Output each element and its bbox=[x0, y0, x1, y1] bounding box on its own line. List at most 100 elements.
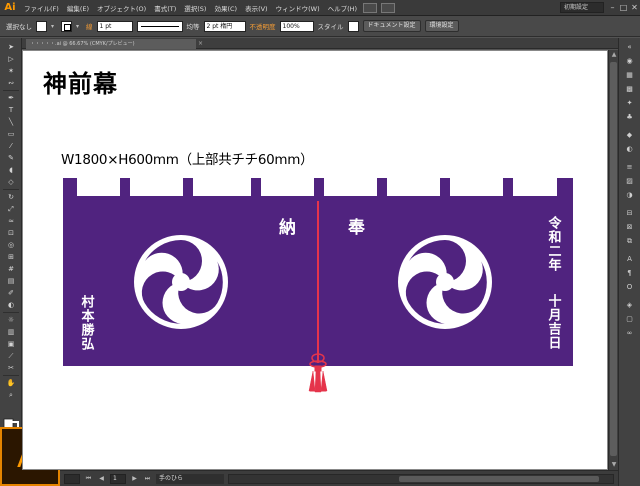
menu-view[interactable]: 表示(V) bbox=[241, 3, 272, 13]
eraser-scissors-icon[interactable]: ✂ bbox=[3, 363, 19, 373]
opacity-field[interactable]: 100% bbox=[279, 20, 314, 32]
close-button[interactable]: ✕ bbox=[629, 3, 640, 13]
layers-panel-icon[interactable]: ◈ bbox=[623, 300, 636, 310]
fill-swatch[interactable] bbox=[36, 20, 47, 32]
document-setup-button[interactable]: ドキュメント設定 bbox=[362, 20, 421, 32]
appearance-panel-icon[interactable]: ◐ bbox=[623, 144, 636, 154]
arrange-documents-icon[interactable] bbox=[381, 2, 396, 13]
paragraph-panel-icon[interactable]: ¶ bbox=[623, 268, 636, 278]
menu-bar: Ai ファイル(F) 編集(E) オブジェクト(O) 書式(T) 選択(S) 効… bbox=[0, 0, 640, 16]
zoom-field[interactable] bbox=[64, 473, 80, 484]
graphic-styles-icon[interactable]: ◆ bbox=[623, 130, 636, 140]
stroke-profile-preview[interactable] bbox=[136, 20, 183, 32]
pencil-icon[interactable]: ✎ bbox=[3, 153, 19, 163]
rectangle-tool-icon[interactable]: ▭ bbox=[3, 129, 19, 139]
width-tool-icon[interactable]: ≈ bbox=[3, 216, 19, 226]
noren-banner[interactable]: 納 奉 村本勝弘 令和二年 十月吉日 bbox=[23, 51, 609, 471]
preferences-button[interactable]: 環境設定 bbox=[424, 20, 459, 32]
line-tool-icon[interactable]: ╲ bbox=[3, 117, 19, 127]
bridge-icon[interactable] bbox=[363, 2, 378, 13]
horizontal-scrollbar[interactable] bbox=[228, 473, 614, 484]
symbol-sprayer-icon[interactable]: ☼ bbox=[3, 315, 19, 325]
lasso-icon[interactable]: ∾ bbox=[3, 78, 19, 88]
rotate-icon[interactable]: ↻ bbox=[3, 192, 19, 202]
transparency-panel-icon[interactable]: ◑ bbox=[623, 190, 636, 200]
banner-char-nou: 納 bbox=[279, 217, 296, 238]
blob-brush-icon[interactable]: ◖ bbox=[3, 165, 19, 175]
swatches-panel-icon[interactable]: ▩ bbox=[623, 84, 636, 94]
color-panel-icon[interactable]: ◉ bbox=[623, 56, 636, 66]
scale-icon[interactable]: ⤢ bbox=[3, 204, 19, 214]
eyedropper-icon[interactable]: ✐ bbox=[3, 288, 19, 298]
chevron-down-icon[interactable]: ▾ bbox=[51, 23, 57, 30]
collapse-panels-icon[interactable]: « bbox=[623, 42, 636, 52]
menu-type[interactable]: 書式(T) bbox=[150, 3, 180, 13]
workspace-switcher[interactable]: 初期設定 bbox=[560, 2, 604, 13]
mesh-icon[interactable]: # bbox=[3, 264, 19, 274]
stroke-weight-field[interactable]: 1 pt bbox=[96, 20, 133, 32]
maximize-button[interactable]: □ bbox=[618, 3, 629, 13]
eraser-icon[interactable]: ◇ bbox=[3, 177, 19, 187]
magic-wand-icon[interactable]: ✶ bbox=[3, 66, 19, 76]
next-artboard-icon[interactable]: ▶ bbox=[130, 474, 139, 484]
menu-object[interactable]: オブジェクト(O) bbox=[93, 3, 150, 13]
date-line-2-vertical: 十月吉日 bbox=[546, 293, 563, 350]
menu-help[interactable]: ヘルプ(H) bbox=[324, 3, 361, 13]
app-logo-icon: Ai bbox=[4, 2, 16, 13]
free-transform-icon[interactable]: ⊡ bbox=[3, 228, 19, 238]
horizontal-scroll-thumb[interactable] bbox=[399, 475, 599, 482]
current-tool-status[interactable]: 手のひら bbox=[156, 473, 224, 484]
selection-tool-icon[interactable]: ➤ bbox=[3, 42, 19, 52]
stroke-panel-icon[interactable]: ≡ bbox=[623, 162, 636, 172]
first-artboard-icon[interactable]: ⏮ bbox=[84, 474, 93, 484]
perspective-grid-icon[interactable]: ⊞ bbox=[3, 252, 19, 262]
opentype-panel-icon[interactable]: O bbox=[623, 282, 636, 292]
menu-window[interactable]: ウィンドウ(W) bbox=[272, 3, 324, 13]
character-panel-icon[interactable]: A bbox=[623, 254, 636, 264]
style-swatch[interactable] bbox=[347, 20, 359, 32]
symbols-panel-icon[interactable]: ♣ bbox=[623, 112, 636, 122]
transform-panel-icon[interactable]: ⊠ bbox=[623, 222, 636, 232]
stroke-profile-label[interactable]: 均等 bbox=[187, 21, 200, 31]
gradient-panel-icon[interactable]: ▨ bbox=[623, 176, 636, 186]
donor-name-vertical: 村本勝弘 bbox=[79, 294, 95, 351]
opacity-label[interactable]: 不透明度 bbox=[250, 21, 276, 31]
color-guide-icon[interactable]: ▦ bbox=[623, 70, 636, 80]
brushes-panel-icon[interactable]: ✦ bbox=[623, 98, 636, 108]
document-tab[interactable]: ・・・・・.ai @ 66.67% (CMYK/プレビュー) bbox=[26, 39, 196, 49]
gradient-icon[interactable]: ▤ bbox=[3, 276, 19, 286]
type-tool-icon[interactable]: T bbox=[3, 105, 19, 115]
blend-icon[interactable]: ◐ bbox=[3, 300, 19, 310]
last-artboard-icon[interactable]: ⏭ bbox=[143, 474, 152, 484]
banner-char-hou: 奉 bbox=[347, 217, 366, 238]
shape-builder-icon[interactable]: ◎ bbox=[3, 240, 19, 250]
slice-icon[interactable]: ⟋ bbox=[3, 351, 19, 361]
align-panel-icon[interactable]: ⊟ bbox=[623, 208, 636, 218]
artboards-panel-icon[interactable]: ▢ bbox=[623, 314, 636, 324]
artboard-canvas[interactable]: 神前幕 W1800×H600mm（上部共チチ60mm） 納 奉 村本勝弘 令和二… bbox=[22, 50, 608, 470]
pathfinder-panel-icon[interactable]: ⧉ bbox=[623, 236, 636, 246]
chevron-down-icon[interactable]: ▾ bbox=[76, 23, 82, 30]
document-tab-strip: ・・・・・.ai @ 66.67% (CMYK/プレビュー) × bbox=[22, 38, 618, 49]
menu-file[interactable]: ファイル(F) bbox=[20, 3, 63, 13]
previous-artboard-icon[interactable]: ◀ bbox=[97, 474, 106, 484]
zoom-tool-icon[interactable]: ⌕ bbox=[3, 390, 19, 400]
paintbrush-icon[interactable]: ⁄ bbox=[3, 141, 19, 151]
stroke-label[interactable]: 線 bbox=[86, 21, 93, 31]
hand-tool-icon[interactable]: ✋ bbox=[3, 378, 19, 388]
menu-effect[interactable]: 効果(C) bbox=[210, 3, 241, 13]
minimize-button[interactable]: – bbox=[607, 3, 618, 13]
menu-edit[interactable]: 編集(E) bbox=[63, 3, 93, 13]
vertical-scroll-thumb[interactable] bbox=[610, 62, 617, 456]
close-icon[interactable]: × bbox=[198, 39, 203, 49]
artboard-icon[interactable]: ▣ bbox=[3, 339, 19, 349]
menu-select[interactable]: 選択(S) bbox=[180, 3, 210, 13]
pen-tool-icon[interactable]: ✒ bbox=[3, 93, 19, 103]
stroke-swatch[interactable] bbox=[61, 20, 72, 32]
links-panel-icon[interactable]: ∞ bbox=[623, 328, 636, 338]
vertical-scrollbar[interactable]: ▲ ▼ bbox=[608, 50, 618, 470]
artboard-number-field[interactable]: 1 bbox=[110, 473, 126, 484]
direct-selection-tool-icon[interactable]: ▷ bbox=[3, 54, 19, 64]
graph-icon[interactable]: ▥ bbox=[3, 327, 19, 337]
brush-field[interactable]: 2 pt 楕円 bbox=[203, 20, 246, 32]
